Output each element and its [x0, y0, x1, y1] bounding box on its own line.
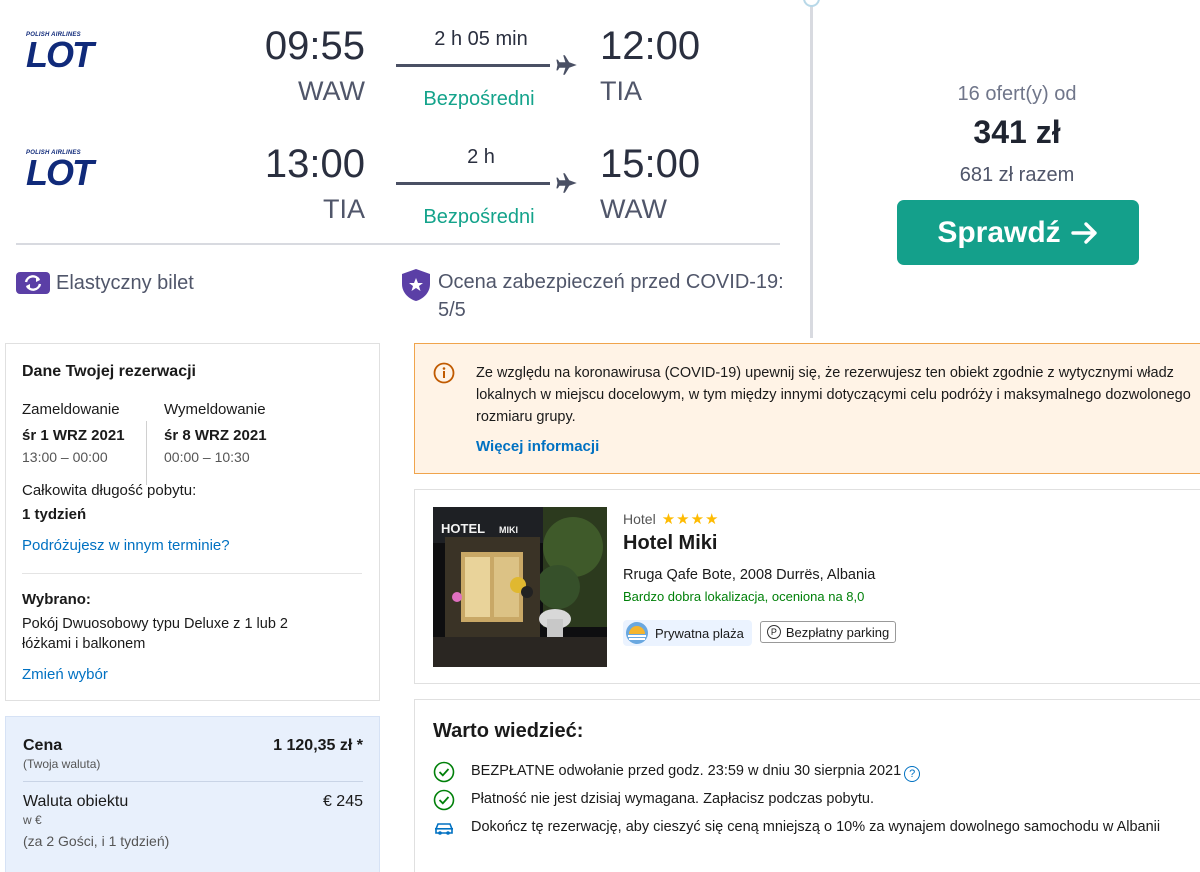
change-selection-link[interactable]: Zmień wybór	[22, 666, 108, 683]
stops-label: Bezpośredni	[423, 88, 535, 110]
free-parking-badge: P Bezpłatny parking	[759, 621, 897, 643]
selected-room: Pokój Dwuosobowy typu Deluxe z 1 lub 2 ł…	[22, 616, 288, 652]
flight-result: POLISH AIRLINES LOT 09:55 WAW 2 h 05 min…	[0, 0, 1200, 340]
covid-notice-text: Ze względu na koronawirusa (COVID-19) up…	[476, 365, 1191, 425]
checkout-block: Wymeldowanie śr 8 WRZ 2021 00:00 – 10:30	[146, 401, 267, 485]
arrival-airport: TIA	[600, 76, 643, 106]
covid-notice: Ze względu na koronawirusa (COVID-19) up…	[414, 343, 1200, 474]
selected-label: Wybrano:	[22, 591, 91, 608]
flight-leg-return: POLISH AIRLINES LOT 13:00 TIA 2 h Bezpoś…	[0, 140, 780, 250]
departure-time: 13:00	[264, 142, 365, 186]
good-to-know-panel: Warto wiedzieć: BEZPŁATNE odwołanie prze…	[414, 699, 1200, 872]
arrival-time: 12:00	[600, 24, 701, 68]
guests-note: (za 2 Gości, i 1 tydzień)	[23, 833, 170, 849]
airline-logo: POLISH AIRLINES LOT	[26, 150, 94, 193]
plane-icon	[556, 55, 577, 75]
help-icon[interactable]: ?	[904, 766, 921, 782]
vertical-divider	[810, 0, 813, 338]
local-currency-value: € 245	[322, 793, 363, 810]
covid-rating: Ocena zabezpieczeń przed COVID-19: 5/5	[400, 268, 790, 324]
divider-dot	[803, 0, 820, 7]
hotel-name: Hotel Miki	[623, 532, 718, 554]
private-beach-label: Prywatna plaża	[655, 625, 744, 641]
free-cancellation-text: BEZPŁATNE odwołanie przed godz. 23:59 w …	[471, 763, 902, 779]
good-to-know-title: Warto wiedzieć:	[433, 720, 584, 742]
booking-details-panel: Dane Twojej rezerwacji Zameldowanie śr 1…	[5, 343, 380, 701]
private-beach-badge: Prywatna plaża	[623, 620, 752, 646]
info-item: Płatność nie jest dzisiaj wymagana. Zapł…	[433, 789, 1173, 811]
divider	[16, 243, 780, 245]
departure-airport: WAW	[298, 76, 365, 106]
price-value: 1 120,35 zł *	[273, 737, 363, 754]
flight-leg-outbound: POLISH AIRLINES LOT 09:55 WAW 2 h 05 min…	[0, 22, 780, 132]
beach-icon	[626, 622, 648, 644]
shield-icon	[402, 269, 430, 301]
checkout-hours: 00:00 – 10:30	[164, 449, 250, 465]
hotel-photo-illustration: HOTEL MIKI	[433, 507, 607, 667]
other-dates-link[interactable]: Podróżujesz w innym terminie?	[22, 537, 230, 554]
car-icon	[435, 823, 453, 835]
airline-logo: POLISH AIRLINES LOT	[26, 32, 94, 75]
departure-airport: TIA	[322, 194, 365, 224]
flight-duration: 2 h 05 min	[434, 28, 528, 50]
hotel-photo[interactable]: HOTEL MIKI	[433, 507, 607, 667]
location-rating: Bardzo dobra lokalizacja, oceniona na 8,…	[623, 589, 865, 604]
divider	[22, 573, 362, 574]
check-button[interactable]: Sprawdź	[897, 200, 1139, 265]
price-currency-note: (Twoja waluta)	[23, 757, 101, 771]
local-currency-row: Waluta obiektu € 245 w € (za 2 Gości, i …	[23, 793, 363, 849]
info-item: Dokończ tę rezerwację, aby cieszyć się c…	[433, 817, 1173, 839]
more-info-link[interactable]: Więcej informacji	[476, 438, 599, 455]
offers-count: 16 ofert(y) od	[957, 83, 1077, 105]
checkin-label: Zameldowanie	[22, 401, 120, 418]
hotel-type: Hotel ★★★★	[623, 510, 719, 528]
price-summary-panel: Cena 1 120,35 zł * (Twoja waluta) Waluta…	[5, 716, 380, 872]
price-row: Cena 1 120,35 zł * (Twoja waluta)	[23, 737, 363, 771]
check-button-label: Sprawdź	[937, 215, 1061, 249]
hotel-badges: Prywatna plaża P Bezpłatny parking	[623, 620, 897, 646]
info-icon	[433, 362, 455, 384]
hotel-address: Rruga Qafe Bote, 2008 Durrës, Albania	[623, 567, 876, 583]
info-item: BEZPŁATNE odwołanie przed godz. 23:59 w …	[433, 761, 1173, 783]
route-line	[396, 182, 550, 185]
checkin-date: śr 1 WRZ 2021	[22, 427, 125, 444]
hotel-type-label: Hotel	[623, 511, 656, 527]
flight-duration: 2 h	[467, 146, 495, 168]
divider	[23, 781, 363, 782]
checkout-date: śr 8 WRZ 2021	[164, 427, 267, 444]
checkout-label: Wymeldowanie	[164, 401, 266, 418]
checkin-block: Zameldowanie śr 1 WRZ 2021 13:00 – 00:00	[22, 401, 125, 465]
flexible-ticket-badge: Elastyczny bilet	[16, 270, 194, 296]
car-rental-text: Dokończ tę rezerwację, aby cieszyć się c…	[471, 819, 1161, 835]
local-currency-note: w €	[23, 813, 42, 827]
covid-rating-text: Ocena zabezpieczeń przed COVID-19: 5/5	[438, 271, 784, 321]
flight-price: 341 zł	[973, 114, 1061, 150]
star-rating: ★★★★	[661, 511, 720, 528]
departure-time: 09:55	[264, 24, 365, 68]
plane-icon	[556, 173, 577, 193]
panel-title: Dane Twojej rezerwacji	[22, 363, 196, 380]
route-line	[396, 64, 550, 67]
hotel-card: HOTEL MIKI Hotel ★★★★ Hotel Miki Rruga Q…	[414, 489, 1200, 684]
stops-label: Bezpośredni	[423, 206, 535, 228]
pay-later-text: Płatność nie jest dzisiaj wymagana. Zapł…	[471, 791, 874, 807]
local-currency-label: Waluta obiektu	[23, 793, 129, 810]
parking-icon: P	[766, 625, 781, 639]
stay-length-value: 1 tydzień	[22, 506, 87, 523]
checkin-hours: 13:00 – 00:00	[22, 449, 108, 465]
stay-length-label: Całkowita długość pobytu:	[22, 482, 197, 499]
arrow-right-icon	[1070, 221, 1097, 244]
arrival-airport: WAW	[600, 194, 667, 224]
hotel-sign-text: HOTEL	[441, 521, 485, 536]
flexible-ticket-icon	[16, 272, 50, 294]
flexible-ticket-label: Elastyczny bilet	[56, 271, 194, 294]
hotel-sign-text-2: MIKI	[499, 525, 518, 535]
check-circle-icon	[433, 789, 455, 811]
free-parking-label: Bezpłatny parking	[785, 624, 890, 640]
flight-price-total: 681 zł razem	[959, 164, 1075, 186]
check-circle-icon	[433, 761, 455, 783]
arrival-time: 15:00	[600, 142, 701, 186]
